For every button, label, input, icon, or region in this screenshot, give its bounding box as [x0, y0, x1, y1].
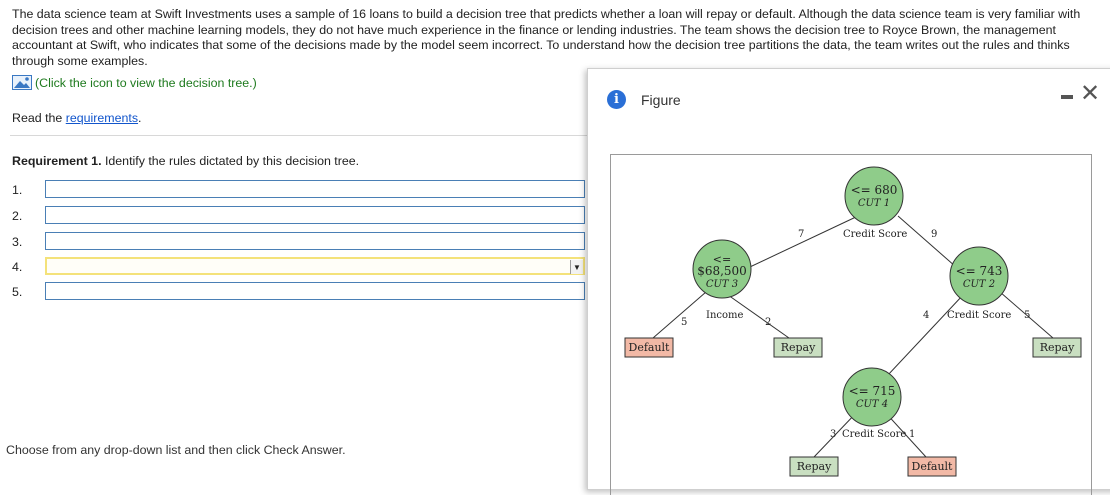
- requirements-link[interactable]: requirements: [66, 111, 138, 125]
- leaf-repay-1: Repay: [773, 337, 823, 358]
- branch-count: 5: [1024, 310, 1030, 321]
- read-suffix: .: [138, 111, 142, 125]
- dropdown-arrow-icon[interactable]: ▼: [570, 260, 583, 274]
- leaf-default-1: Default: [624, 337, 674, 358]
- node-threshold-value: $68,500: [697, 264, 747, 278]
- tree-node-cut4: <= 715 CUT 4: [842, 367, 902, 427]
- section-divider: [10, 135, 590, 136]
- leaf-label: Default: [912, 460, 954, 473]
- answer-row-5: 5.: [12, 282, 585, 302]
- leaf-label: Repay: [1040, 341, 1075, 354]
- node-threshold: <= 743: [956, 264, 1003, 278]
- node-threshold: <= 715: [849, 384, 896, 398]
- image-icon[interactable]: [12, 75, 32, 90]
- leaf-default-2: Default: [907, 456, 957, 477]
- node-cut-label: CUT 4: [856, 399, 888, 410]
- answer-dropdown-4[interactable]: ▼: [45, 257, 585, 275]
- requirement-text: Identify the rules dictated by this deci…: [101, 154, 360, 168]
- branch-count: 4: [923, 310, 929, 321]
- problem-intro: The data science team at Swift Investmen…: [12, 7, 1081, 68]
- view-tree-link[interactable]: (Click the icon to view the decision tre…: [12, 75, 257, 90]
- answer-row-4: 4. ▼: [12, 257, 585, 277]
- branch-feature: Credit Score: [843, 229, 907, 240]
- answer-row-1: 1.: [12, 180, 585, 200]
- node-cut-label: CUT 1: [858, 198, 890, 209]
- branch-feature: Credit Score: [947, 310, 1011, 321]
- branch-feature: Credit Score: [842, 429, 906, 440]
- node-cut-label: CUT 2: [963, 279, 995, 290]
- edge-income-left: [652, 291, 707, 339]
- node-threshold: <= 680: [851, 183, 898, 197]
- requirement-title: Requirement 1. Identify the rules dictat…: [12, 154, 359, 168]
- leaf-label: Default: [629, 341, 671, 354]
- leaf-repay-2: Repay: [1032, 337, 1082, 358]
- leaf-label: Repay: [781, 341, 816, 354]
- figure-window: i Figure ✕ <= 680 CUT 1 <= $68,500 CUT 3: [587, 68, 1110, 495]
- branch-count: 5: [681, 317, 687, 328]
- leaf-repay-3: Repay: [789, 456, 839, 477]
- read-prefix: Read the: [12, 111, 66, 125]
- instruction-text: Choose from any drop-down list and then …: [6, 443, 346, 457]
- tree-node-cut1: <= 680 CUT 1: [844, 166, 904, 226]
- decision-tree: <= 680 CUT 1 <= $68,500 CUT 3 <= 743 CUT…: [624, 166, 1082, 477]
- branch-feature: Income: [706, 310, 743, 321]
- branch-count: 2: [765, 317, 771, 328]
- read-requirements-line: Read the requirements.: [12, 111, 142, 125]
- branch-count: 7: [798, 229, 804, 240]
- row-number: 1.: [12, 183, 23, 197]
- branch-count: 3: [830, 429, 836, 440]
- tree-node-cut2: <= 743 CUT 2: [949, 246, 1009, 306]
- tree-node-cut3: <= $68,500 CUT 3: [692, 239, 752, 299]
- answer-row-3: 3.: [12, 232, 585, 252]
- requirement-label: Requirement 1.: [12, 154, 102, 168]
- branch-count: 1: [909, 429, 915, 440]
- row-number: 2.: [12, 209, 23, 223]
- answer-row-2: 2.: [12, 206, 585, 226]
- row-number: 3.: [12, 235, 23, 249]
- branch-count: 9: [931, 229, 937, 240]
- row-number: 5.: [12, 285, 23, 299]
- answer-field-1[interactable]: [45, 180, 585, 198]
- node-cut-label: CUT 3: [706, 279, 738, 290]
- edge-root-left: [734, 215, 859, 275]
- answer-field-2[interactable]: [45, 206, 585, 224]
- view-tree-text[interactable]: (Click the icon to view the decision tre…: [35, 76, 257, 90]
- answer-field-5[interactable]: [45, 282, 585, 300]
- row-number: 4.: [12, 260, 23, 274]
- answer-field-3[interactable]: [45, 232, 585, 250]
- leaf-label: Repay: [797, 460, 832, 473]
